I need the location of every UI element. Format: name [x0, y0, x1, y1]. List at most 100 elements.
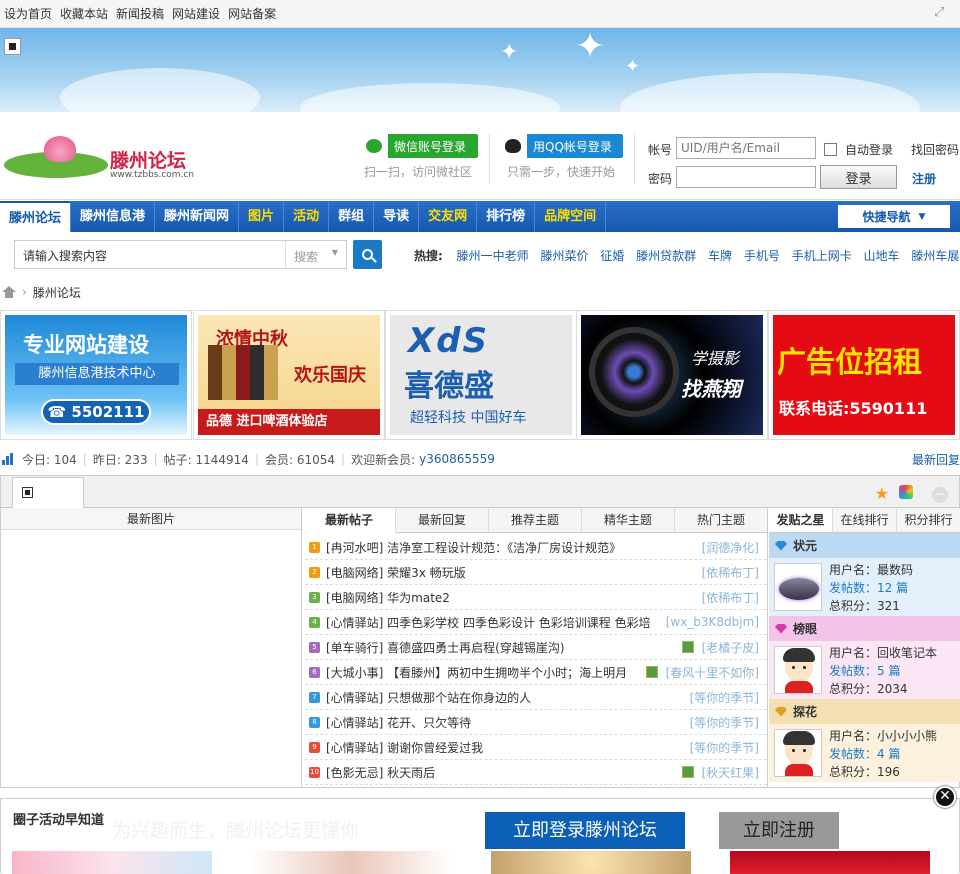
post-author[interactable]: [依稀布丁]: [697, 588, 759, 606]
post-author[interactable]: [秋天红果]: [697, 763, 759, 781]
nav-dating[interactable]: 交友网: [419, 201, 478, 232]
website-filing-link[interactable]: 网站备案: [228, 5, 276, 22]
hot-search-link[interactable]: 滕州一中老师: [457, 249, 529, 263]
post-row[interactable]: 1 [冉河水吧] 洁净室工程设计规范：《洁净厂房设计规范》 [润德净化]: [305, 535, 767, 560]
search-input[interactable]: 请输入搜索内容: [14, 240, 286, 269]
post-row[interactable]: 10 [色影无忌] 秋天雨后 [秋天红果]: [305, 760, 767, 785]
new-member-link[interactable]: y360865559: [419, 452, 495, 466]
hot-search-link[interactable]: 滕州菜价: [540, 249, 588, 263]
home-icon[interactable]: [2, 286, 16, 298]
post-title[interactable]: [冉河水吧] 洁净室工程设计规范：《洁净厂房设计规范》: [326, 539, 621, 556]
quick-nav-button[interactable]: 快捷导航 ▼: [838, 205, 950, 228]
rank-post-count[interactable]: 发帖数：12 篇: [829, 579, 913, 597]
post-row[interactable]: 4 [心情驿站] 四季色彩学校 四季色彩设计 色彩培训课程 色彩培 [wx_b3K8…: [305, 610, 767, 635]
ad-web-build[interactable]: 专业网站建设 滕州信息港技术中心 ☎ 5502111: [0, 310, 192, 440]
breadcrumb-current[interactable]: 滕州论坛: [33, 284, 81, 301]
search-type-select[interactable]: 搜索 ▼: [285, 240, 347, 269]
nav-info-port[interactable]: 滕州信息港: [71, 201, 156, 232]
post-author[interactable]: [春风十里不如你]: [661, 663, 759, 681]
post-title[interactable]: [电脑网络] 华为mate2: [326, 589, 450, 606]
avatar[interactable]: [774, 646, 822, 694]
auto-login-checkbox[interactable]: [824, 143, 837, 156]
website-build-link[interactable]: 网站建设: [172, 5, 220, 22]
nav-pictures[interactable]: 图片: [239, 201, 285, 232]
hot-search-link[interactable]: 山地车: [864, 249, 900, 263]
post-title[interactable]: [大城小事] 【看滕州】两初中生拥吻半个小时；海上明月: [326, 664, 627, 681]
register-now-button[interactable]: 立即注册: [719, 812, 839, 849]
password-input[interactable]: [676, 166, 816, 188]
tab-latest-posts[interactable]: 最新帖子: [303, 508, 396, 533]
avatar[interactable]: [774, 563, 822, 611]
post-row[interactable]: 3 [电脑网络] 华为mate2 [依稀布丁]: [305, 585, 767, 610]
search-button[interactable]: [353, 240, 382, 269]
hot-search-link[interactable]: 手机号: [744, 249, 780, 263]
post-author[interactable]: [等你的季节]: [685, 738, 759, 756]
post-title[interactable]: [单车骑行] 喜德盛四勇士再启程(穿越锡崖沟): [326, 639, 565, 656]
post-title[interactable]: [心情驿站] 谢谢你曾经爱过我: [326, 739, 483, 756]
star-icon[interactable]: ★: [875, 484, 889, 503]
nav-news[interactable]: 滕州新闻网: [155, 201, 240, 232]
login-button[interactable]: 登录: [820, 165, 897, 189]
tab-recommended[interactable]: 推荐主题: [489, 508, 582, 532]
hot-search-link[interactable]: 征婚: [600, 249, 624, 263]
collapse-icon[interactable]: −: [932, 487, 948, 503]
latest-reply-link[interactable]: 最新回复: [912, 451, 960, 468]
post-row[interactable]: 8 [心情驿站] 花开、只欠等待 [等你的季节]: [305, 710, 767, 735]
tab-posting-stars[interactable]: 发贴之星: [769, 508, 833, 532]
post-title[interactable]: [心情驿站] 只想做那个站在你身边的人: [326, 689, 531, 706]
ad-rent[interactable]: 广告位招租 联系电话:5590111: [768, 310, 960, 440]
nav-brand-space[interactable]: 品牌空间: [535, 201, 607, 232]
nav-groups[interactable]: 群组: [329, 201, 375, 232]
tab-featured[interactable]: 精华主题: [582, 508, 675, 532]
qq-login-button[interactable]: 用QQ帐号登录: [499, 134, 623, 158]
hot-search-link[interactable]: 手机上网卡: [792, 249, 852, 263]
ad-xds-bike[interactable]: XdS 喜德盛 超轻科技 中国好车: [385, 310, 577, 440]
rank-post-count[interactable]: 发帖数：4 篇: [829, 745, 937, 763]
nav-forum[interactable]: 滕州论坛: [0, 201, 72, 232]
tab-latest-replies[interactable]: 最新回复: [396, 508, 489, 532]
login-now-button[interactable]: 立即登录滕州论坛: [485, 812, 685, 849]
hot-search-link[interactable]: 滕州车展: [911, 249, 959, 263]
register-link[interactable]: 注册: [912, 170, 936, 187]
tab-points-ranking[interactable]: 积分排行: [897, 508, 960, 532]
post-title[interactable]: [心情驿站] 花开、只欠等待: [326, 714, 471, 731]
nav-activities[interactable]: 活动: [284, 201, 330, 232]
post-author[interactable]: [老橘子皮]: [697, 638, 759, 656]
bookmark-link[interactable]: 收藏本站: [60, 5, 108, 22]
set-homepage-link[interactable]: 设为首页: [4, 5, 52, 22]
post-title[interactable]: [心情驿站] 四季色彩学校 四季色彩设计 色彩培训课程 色彩培: [326, 614, 651, 631]
account-input[interactable]: [676, 137, 816, 159]
post-title[interactable]: [电脑网络] 荣耀3x 畅玩版: [326, 564, 466, 581]
site-logo[interactable]: 滕州论坛 www.tzbbs.com.cn: [4, 134, 200, 184]
post-author[interactable]: [等你的季节]: [685, 713, 759, 731]
color-palette-icon[interactable]: [899, 485, 913, 499]
post-row[interactable]: 7 [心情驿站] 只想做那个站在你身边的人 [等你的季节]: [305, 685, 767, 710]
post-author[interactable]: [润德净化]: [697, 538, 759, 556]
post-author[interactable]: [wx_b3K8dbjm]: [661, 615, 759, 629]
forgot-password-link[interactable]: 找回密码: [911, 141, 959, 158]
ad-beer[interactable]: 浓情中秋 欢乐国庆 品德 进口啤酒体验店: [193, 310, 385, 440]
post-author[interactable]: [依稀布丁]: [697, 563, 759, 581]
panel-tab[interactable]: [12, 477, 84, 508]
post-title[interactable]: [色影无忌] 秋天雨后: [326, 764, 435, 781]
nav-guide[interactable]: 导读: [374, 201, 420, 232]
wechat-login-button[interactable]: 微信账号登录: [360, 134, 478, 158]
ad-photography[interactable]: 学摄影 找燕翔: [576, 310, 768, 440]
fullscreen-icon[interactable]: ⤢: [934, 6, 948, 20]
tab-online-ranking[interactable]: 在线排行: [833, 508, 897, 532]
post-row[interactable]: 6 [大城小事] 【看滕州】两初中生拥吻半个小时；海上明月 [春风十里不如你]: [305, 660, 767, 685]
hot-search-link[interactable]: 滕州贷款群: [636, 249, 696, 263]
news-submit-link[interactable]: 新闻投稿: [116, 5, 164, 22]
post-row[interactable]: 2 [电脑网络] 荣耀3x 畅玩版 [依稀布丁]: [305, 560, 767, 585]
close-icon[interactable]: ✕: [934, 786, 956, 808]
post-row[interactable]: 5 [单车骑行] 喜德盛四勇士再启程(穿越锡崖沟) [老橘子皮]: [305, 635, 767, 660]
rank-username[interactable]: 用户名：回收笔记本: [829, 644, 937, 662]
tab-hot[interactable]: 热门主题: [675, 508, 767, 532]
avatar[interactable]: [774, 729, 822, 777]
nav-ranking[interactable]: 排行榜: [477, 201, 536, 232]
rank-username[interactable]: 用户名：最数码: [829, 561, 913, 579]
rank-post-count[interactable]: 发帖数：5 篇: [829, 662, 937, 680]
hot-search-link[interactable]: 车牌: [708, 249, 732, 263]
rank-username[interactable]: 用户名：小小小小熊: [829, 727, 937, 745]
post-author[interactable]: [等你的季节]: [685, 688, 759, 706]
